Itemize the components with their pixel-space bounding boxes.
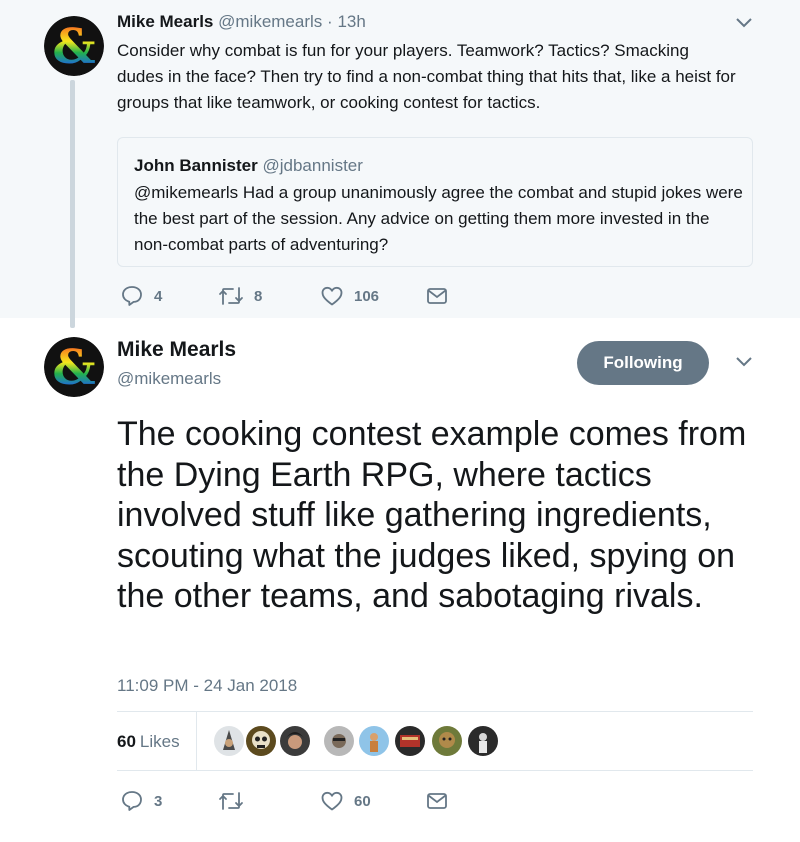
quoted-text: @mikemearls Had a group unanimously agre… <box>134 183 743 254</box>
envelope-icon <box>427 793 447 809</box>
liker-avatar[interactable] <box>322 724 356 758</box>
like-button[interactable]: 106 <box>320 284 379 308</box>
reply-button[interactable]: 3 <box>120 789 162 813</box>
like-count: 106 <box>354 287 380 305</box>
avatar[interactable]: & <box>44 337 104 397</box>
likes-count: 60 <box>117 732 136 751</box>
likes-label: Likes <box>139 732 180 751</box>
reply-count: 4 <box>154 287 163 305</box>
author-handle[interactable]: @mikemearls <box>117 369 221 389</box>
liker-avatar[interactable] <box>212 724 246 758</box>
divider <box>196 712 197 770</box>
separator: · <box>327 12 333 31</box>
author-name[interactable]: Mike Mearls <box>117 12 213 31</box>
liker-avatar[interactable] <box>244 724 278 758</box>
liker-avatar[interactable] <box>430 724 464 758</box>
thread-line <box>70 80 75 328</box>
reply-count: 3 <box>154 792 163 810</box>
dm-button[interactable] <box>426 284 448 308</box>
chevron-down-icon[interactable] <box>736 357 752 367</box>
liker-avatar[interactable] <box>278 724 312 758</box>
tweet-timestamp[interactable]: 11:09 PM - 24 Jan 2018 <box>117 676 297 696</box>
divider <box>117 711 753 712</box>
parent-tweet[interactable]: & Mike Mearls @mikemearls · 13h Consider… <box>0 0 800 328</box>
tweet-text: The cooking contest example comes from t… <box>117 415 747 615</box>
retweet-count: 8 <box>254 287 263 305</box>
retweet-button[interactable] <box>218 789 244 813</box>
reply-button[interactable]: 4 <box>120 284 162 308</box>
quoted-header: John Bannister @jdbannister <box>134 156 363 176</box>
reply-icon <box>122 286 142 306</box>
liker-avatar[interactable] <box>357 724 391 758</box>
likes-summary[interactable]: 60 Likes <box>117 732 180 752</box>
like-count: 60 <box>354 792 371 810</box>
retweet-icon <box>219 792 243 810</box>
heart-icon <box>321 286 343 306</box>
quoted-author-name: John Bannister <box>134 156 258 175</box>
chevron-down-icon[interactable] <box>736 18 752 28</box>
liker-avatar[interactable] <box>466 724 500 758</box>
tweet-header: Mike Mearls @mikemearls · 13h <box>117 12 366 32</box>
svg-text:&: & <box>52 340 95 396</box>
author-name[interactable]: Mike Mearls <box>117 338 236 362</box>
heart-icon <box>321 791 343 811</box>
quoted-author-handle: @jdbannister <box>262 156 363 175</box>
retweet-button[interactable]: 8 <box>218 284 262 308</box>
divider <box>117 770 753 771</box>
dm-button[interactable] <box>426 789 448 813</box>
quoted-tweet[interactable]: John Bannister @jdbannister @mikemearls … <box>117 137 753 267</box>
like-button[interactable]: 60 <box>320 789 371 813</box>
retweet-icon <box>219 287 243 305</box>
avatar[interactable]: & <box>44 16 104 76</box>
tweet-time[interactable]: 13h <box>337 12 365 31</box>
author-handle[interactable]: @mikemearls <box>218 12 322 31</box>
reply-icon <box>122 791 142 811</box>
envelope-icon <box>427 288 447 304</box>
following-button[interactable]: Following <box>577 341 709 385</box>
tweet-text: Consider why combat is fun for your play… <box>117 41 736 112</box>
svg-text:&: & <box>52 19 95 75</box>
liker-avatar[interactable] <box>393 724 427 758</box>
